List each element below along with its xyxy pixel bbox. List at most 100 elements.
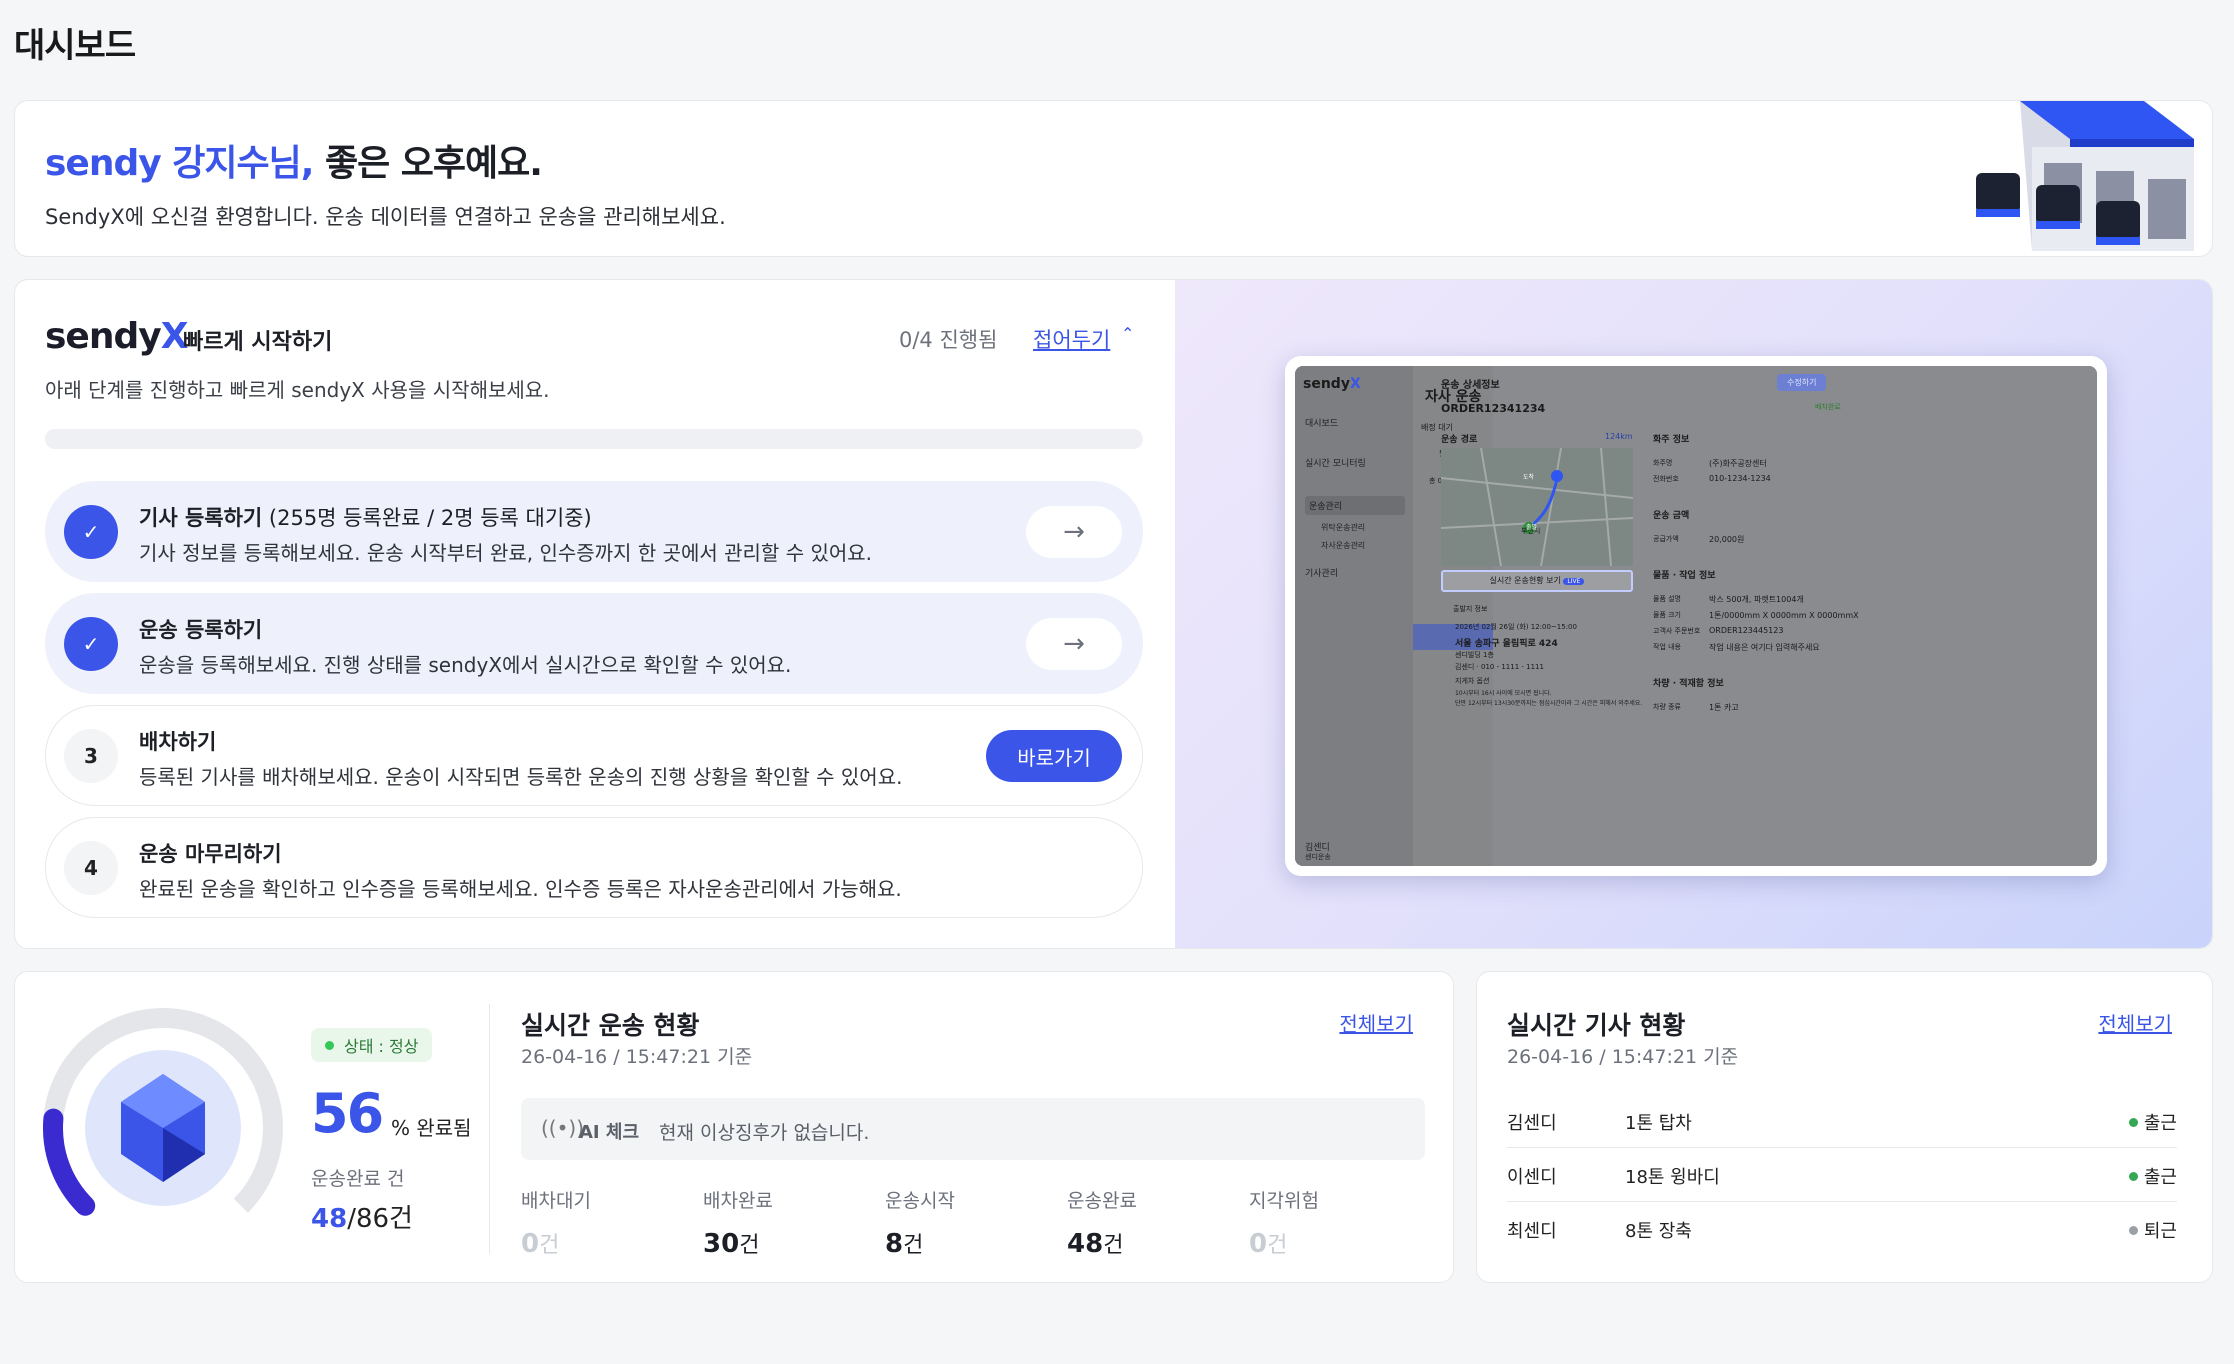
step-dispatch: 3 배차하기 등록된 기사를 배차해보세요. 운송이 시작되면 등록한 운송의 … [45, 705, 1143, 806]
preview-kv-key: 전화번호 [1653, 475, 1679, 483]
preview-fare-label: 운송 금액 [1653, 511, 1690, 521]
welcome-username: sendy 강지수님, [45, 143, 314, 184]
preview-origin-time: 2026년 02월 26일 (화) 12:00~15:00 [1455, 623, 1577, 631]
done-count: 48/86건 [311, 1204, 413, 1234]
preview-kv-value: 1톤/0000mm X 0000mm X 0000mmX [1709, 611, 1859, 620]
check-icon: ✓ [64, 505, 118, 559]
step-desc: 등록된 기사를 배차해보세요. 운송이 시작되면 등록한 운송의 진행 상황을 … [139, 765, 903, 789]
view-all-link[interactable]: 전체보기 [1339, 1008, 1413, 1037]
step-desc: 운송을 등록해보세요. 진행 상태를 sendyX에서 실시간으로 확인할 수 … [139, 653, 792, 677]
preview-route-label: 운송 경로 [1441, 435, 1478, 445]
step-number: 4 [64, 841, 118, 895]
step-title: 운송 등록하기 [139, 618, 263, 642]
preview-option-desc: 10시부터 16시 사이에 모시면 됩니다. [1455, 690, 1552, 697]
preview-nav-item: 자사운송관리 [1321, 541, 1366, 550]
quickstart-title: 빠르게 시작하기 [183, 330, 333, 355]
preview-route-km: 124km [1605, 432, 1633, 441]
quickstart-description: 아래 단계를 진행하고 빠르게 sendyX 사용을 시작해보세요. [45, 378, 550, 402]
driver-row[interactable]: 최센디 8톤 장축 퇴근 [1507, 1202, 2177, 1256]
preview-origin-label: 출발지 정보 [1453, 605, 1488, 613]
preview-origin-addr: 서울 송파구 올림픽로 424 [1455, 639, 1558, 649]
stat-value: 0건 [1249, 1229, 1288, 1259]
preview-panel-title: 운송 상세정보 [1441, 380, 1500, 391]
step-number: 3 [64, 729, 118, 783]
arrow-right-icon[interactable]: → [1026, 506, 1122, 558]
driver-row[interactable]: 김센디 1톤 탑차 출근 [1507, 1094, 2177, 1148]
drivers-title: 실시간 기사 현황 [1507, 1011, 1686, 1040]
preview-nav-item: 운송관리 [1305, 496, 1405, 515]
stat-item: 배차대기 0건 [521, 1186, 591, 1259]
driver-vehicle: 1톤 탑차 [1625, 1113, 1692, 1134]
page-title: 대시보드 [14, 26, 136, 66]
preview-kv-value: 박스 500개, 파렛트1004개 [1709, 595, 1804, 604]
preview-kv-value: 20,000원 [1709, 535, 1745, 544]
sendyx-logo: sendyX [45, 316, 188, 357]
step-title: 운송 마무리하기 [139, 842, 282, 866]
view-all-link[interactable]: 전체보기 [2098, 1008, 2172, 1037]
preview-order-status: 배차완료 [1815, 403, 1841, 411]
preview-kv-value: ORDER123445123 [1709, 626, 1784, 635]
preview-kv-value: 010-1234-1234 [1709, 474, 1771, 483]
stat-item: 배차완료 30건 [703, 1186, 773, 1259]
collapse-button[interactable]: 접어두기 [1033, 324, 1110, 354]
stat-label: 지각위험 [1249, 1190, 1319, 1212]
go-button[interactable]: 바로가기 [986, 730, 1122, 782]
check-icon: ✓ [64, 617, 118, 671]
preview-kv-key: 차량 종류 [1653, 703, 1681, 711]
preview-panel: sendyX 대시보드 실시간 모니터링 운송관리 위탁운송관리 자사운송관리 … [1175, 280, 2212, 948]
app-preview: sendyX 대시보드 실시간 모니터링 운송관리 위탁운송관리 자사운송관리 … [1285, 356, 2107, 876]
ai-check-box: ((•)) AI 체크 현재 이상징후가 없습니다. [521, 1098, 1425, 1160]
preview-option-desc: 단만 12시부터 13시30분까지는 점심시간이라 그 시간은 피해서 와주세요… [1455, 700, 1643, 707]
quickstart-progress-bar [45, 429, 1143, 449]
step-register-driver[interactable]: ✓ 기사 등록하기 (255명 등록완료 / 2명 등록 대기중) 기사 정보를… [45, 481, 1143, 582]
garage-illustration [1976, 101, 2194, 251]
step-finish: 4 운송 마무리하기 완료된 운송을 확인하고 인수증을 등록해보세요. 인수증… [45, 817, 1143, 918]
step-title: 배차하기 [139, 730, 217, 754]
preview-kv-value: (주)화주공장센터 [1709, 459, 1767, 468]
preview-kv-key: 물품 크기 [1653, 611, 1681, 619]
preview-vehicle-label: 차량 · 적재함 정보 [1653, 679, 1724, 689]
welcome-subtitle: SendyX에 오신걸 환영합니다. 운송 데이터를 연결하고 운송을 관리해보… [45, 205, 726, 229]
stat-value: 30건 [703, 1229, 760, 1259]
stat-label: 운송시작 [885, 1190, 955, 1212]
preview-live-button: 실시간 운송현황 보기 LIVE [1441, 570, 1633, 592]
ai-check-label: AI 체크 [579, 1122, 640, 1143]
completion-unit: % 완료됨 [391, 1116, 472, 1140]
status-badge: 상태 : 정상 [311, 1028, 433, 1062]
driver-name: 최센디 [1507, 1221, 1557, 1242]
preview-order-id: ORDER12341234 [1441, 402, 1546, 415]
stat-label: 배차완료 [703, 1190, 773, 1212]
step-desc: 완료된 운송을 확인하고 인수증을 등록해보세요. 인수증 등록은 자사운송관리… [139, 877, 902, 901]
stat-item: 운송시작 8건 [885, 1186, 955, 1259]
driver-name: 이센디 [1507, 1167, 1557, 1188]
preview-kv-key: 물품 설명 [1653, 595, 1681, 603]
preview-map-origin: 출발 [1526, 524, 1538, 531]
preview-user-role: 센디운송 [1305, 853, 1331, 861]
drivers-timestamp: 26-04-16 / 15:47:21 기준 [1507, 1046, 1739, 1068]
realtime-timestamp: 26-04-16 / 15:47:21 기준 [521, 1046, 753, 1068]
quickstart-card: sendyX 빠르게 시작하기 0/4 진행됨 접어두기 ⌃ 아래 단계를 진행… [14, 279, 2213, 949]
welcome-card: sendy 강지수님, 좋은 오후예요. SendyX에 오신걸 환영합니다. … [14, 100, 2213, 257]
step-register-shipment[interactable]: ✓ 운송 등록하기 운송을 등록해보세요. 진행 상태를 sendyX에서 실시… [45, 593, 1143, 694]
preview-kv-key: 화주명 [1653, 459, 1673, 467]
preview-map [1441, 448, 1633, 566]
step-title: 기사 등록하기 (255명 등록완료 / 2명 등록 대기중) [139, 506, 592, 530]
driver-state: 출근 [2128, 1163, 2177, 1189]
preview-origin-detail: 센디빌딩 1층 [1455, 651, 1494, 659]
arrow-right-icon[interactable]: → [1026, 618, 1122, 670]
preview-logo: sendyX [1303, 376, 1361, 392]
preview-nav-item: 기사관리 [1305, 569, 1339, 579]
preview-nav-item: 대시보드 [1305, 419, 1339, 429]
chevron-up-icon[interactable]: ⌃ [1121, 324, 1134, 343]
preview-shipper-label: 화주 정보 [1653, 435, 1690, 445]
completion-donut [43, 1008, 283, 1248]
driver-name: 김센디 [1507, 1113, 1557, 1134]
driver-row[interactable]: 이센디 18톤 윙바디 출근 [1507, 1148, 2177, 1202]
preview-origin-phone: 김센디 · 010 - 1111 - 1111 [1455, 663, 1544, 671]
driver-state: 출근 [2128, 1109, 2177, 1135]
realtime-title: 실시간 운송 현황 [521, 1011, 700, 1040]
quickstart-progress-label: 0/4 진행됨 [899, 328, 998, 352]
stat-value: 8건 [885, 1229, 924, 1259]
preview-goods-label: 물품 · 작업 정보 [1653, 571, 1716, 581]
preview-nav-item: 실시간 모니터링 [1305, 459, 1366, 469]
